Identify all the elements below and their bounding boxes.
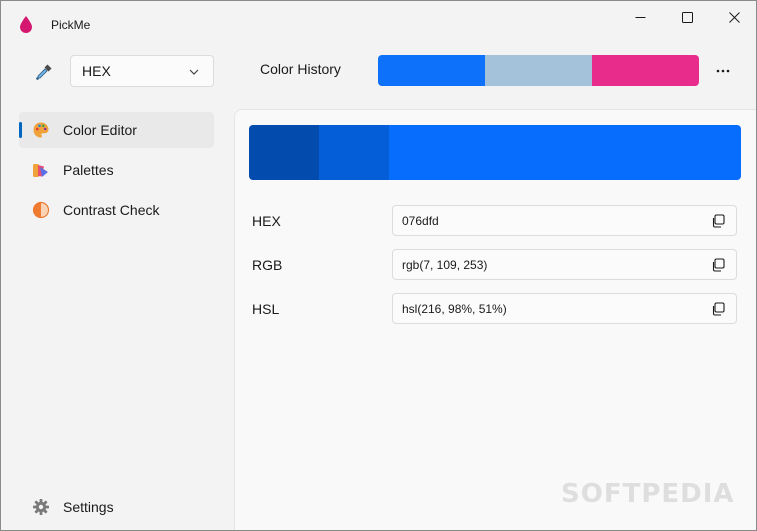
rgb-label: RGB [252, 257, 283, 273]
sidebar-item-palettes[interactable]: Palettes [19, 152, 214, 188]
sidebar-item-label: Settings [63, 499, 114, 515]
close-icon [728, 11, 740, 23]
sidebar-item-contrast-check[interactable]: Contrast Check [19, 192, 214, 228]
sidebar-item-settings[interactable]: Settings [19, 489, 214, 525]
history-swatch[interactable] [485, 55, 592, 86]
gear-icon [33, 499, 49, 515]
rgb-value: rgb(7, 109, 253) [402, 257, 488, 272]
dark-shade-swatch[interactable] [319, 125, 389, 180]
sidebar-item-color-editor[interactable]: Color Editor [19, 112, 214, 148]
hex-label: HEX [252, 213, 281, 229]
color-history-label: Color History [260, 61, 341, 77]
rgb-field[interactable]: rgb(7, 109, 253) [392, 249, 737, 280]
maximize-icon [681, 11, 693, 23]
sidebar-item-label: Color Editor [63, 122, 137, 138]
history-swatch[interactable] [592, 55, 699, 86]
color-history-bar [378, 55, 699, 86]
maximize-button[interactable] [664, 1, 710, 33]
eyedropper-button[interactable] [29, 57, 59, 87]
palette-icon [33, 122, 49, 138]
close-button[interactable] [711, 1, 756, 33]
contrast-icon [32, 201, 50, 219]
hex-field[interactable]: 076dfd [392, 205, 737, 236]
title-bar: PickMe [1, 1, 756, 35]
color-swatch-strip [249, 125, 741, 180]
sidebar-item-label: Palettes [63, 162, 114, 178]
sidebar-item-label: Contrast Check [63, 202, 160, 218]
hsl-value: hsl(216, 98%, 51%) [402, 301, 507, 316]
copy-icon[interactable] [711, 258, 725, 272]
color-editor-pane: HEX 076dfd RGB rgb(7, 109, 253) HSL hsl(… [234, 109, 756, 530]
hsl-field[interactable]: hsl(216, 98%, 51%) [392, 293, 737, 324]
more-icon [716, 69, 730, 73]
app-title: PickMe [51, 18, 91, 32]
selection-indicator [19, 122, 22, 138]
minimize-button[interactable] [617, 1, 663, 33]
darker-shade-swatch[interactable] [249, 125, 319, 180]
copy-icon[interactable] [711, 302, 725, 316]
more-options-button[interactable] [708, 57, 738, 85]
format-select-value: HEX [82, 63, 111, 79]
copy-icon[interactable] [711, 214, 725, 228]
softpedia-watermark: SOFTPEDIA [561, 479, 735, 509]
palettes-icon [33, 164, 48, 177]
app-window: PickMe HEX Color History Color Editor Pa… [0, 0, 757, 531]
format-select[interactable]: HEX [70, 55, 214, 87]
chevron-down-icon [189, 69, 199, 75]
drop-logo-icon [20, 16, 32, 33]
minimize-icon [635, 16, 645, 18]
hex-value: 076dfd [402, 213, 439, 228]
hsl-label: HSL [252, 301, 280, 317]
current-color-swatch [389, 125, 741, 180]
history-swatch[interactable] [378, 55, 485, 86]
eyedropper-icon [36, 64, 52, 80]
